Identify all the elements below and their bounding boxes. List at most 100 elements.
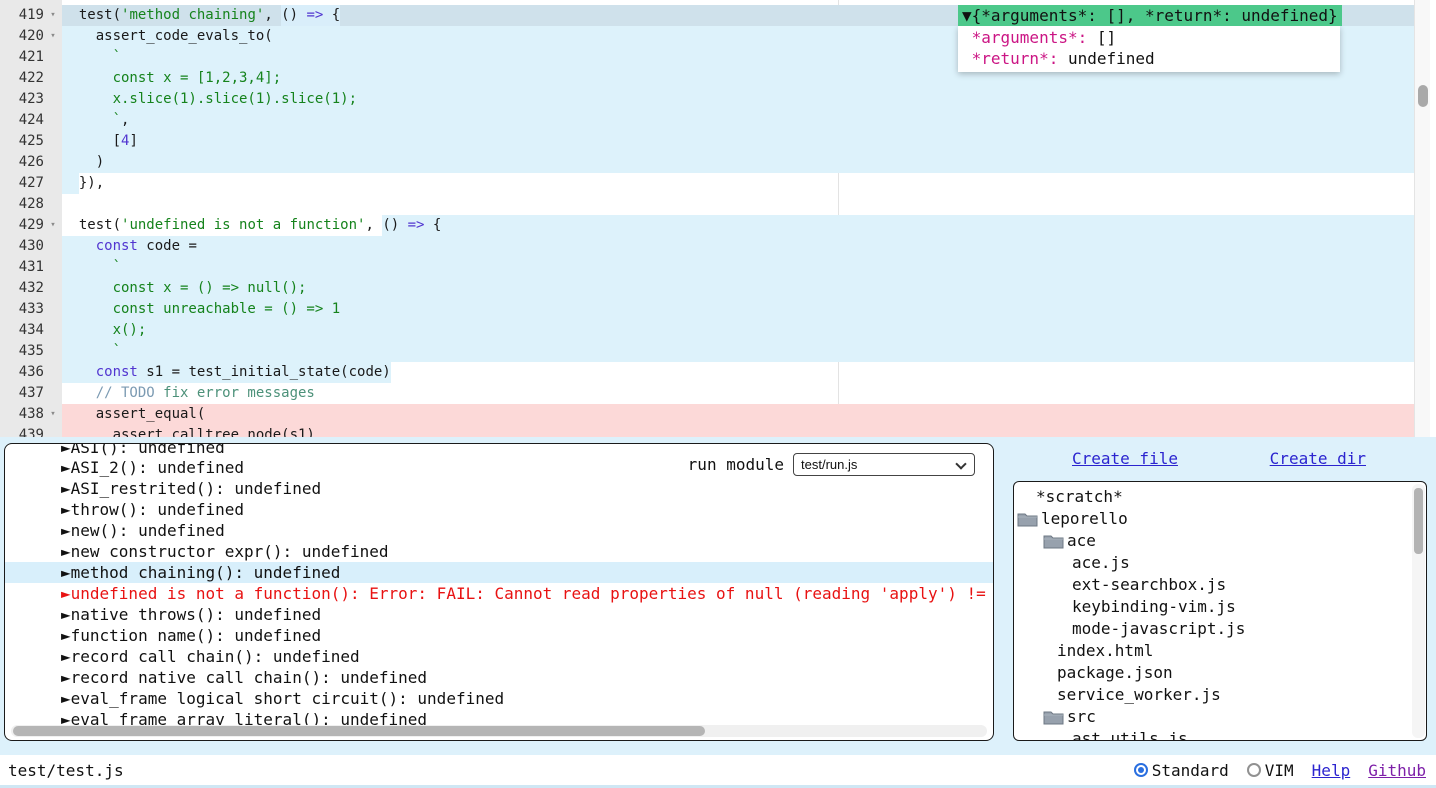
calltree-item[interactable]: ►new(): undefined <box>5 520 993 541</box>
file-tree-vertical-scrollbar[interactable] <box>1412 484 1425 738</box>
file-tree-item[interactable]: ace.js <box>1014 552 1426 574</box>
standard-radio[interactable]: Standard <box>1134 761 1229 780</box>
value-text: undefined <box>1058 49 1154 68</box>
editor-vertical-scrollbar-thumb[interactable] <box>1418 85 1428 107</box>
gutter-line-number[interactable]: 439 <box>0 425 62 437</box>
code-token: { <box>323 5 340 26</box>
gutter-line-number[interactable]: 425 <box>0 131 62 152</box>
calltree-item[interactable]: ►function name(): undefined <box>5 625 993 646</box>
code-line[interactable]: `, <box>62 110 1414 131</box>
code-line[interactable]: ` <box>62 341 1414 362</box>
calltree-item[interactable]: ►eval_frame logical short circuit(): und… <box>5 688 993 709</box>
file-tree-item[interactable]: index.html <box>1014 640 1426 662</box>
file-tree-item-label: ace.js <box>1072 552 1130 574</box>
calltree-item[interactable]: ►throw(): undefined <box>5 499 993 520</box>
file-tree-item[interactable]: *scratch* <box>1014 486 1426 508</box>
fold-spacer <box>44 299 62 320</box>
vim-radio[interactable]: VIM <box>1247 761 1294 780</box>
code-line[interactable]: const code = <box>62 236 1414 257</box>
help-link[interactable]: Help <box>1312 761 1351 780</box>
code-line[interactable]: }), <box>62 173 1414 194</box>
code-token: => <box>408 215 425 236</box>
line-number: 425 <box>0 131 44 152</box>
file-tree-item[interactable]: ext-searchbox.js <box>1014 574 1426 596</box>
code-editor[interactable]: 419▾420▾421422423424425426427428429▾4304… <box>0 0 1436 437</box>
file-tree-item[interactable]: keybinding-vim.js <box>1014 596 1426 618</box>
calltree-item[interactable]: ►native throws(): undefined <box>5 604 993 625</box>
gutter-line-number[interactable]: 437 <box>0 383 62 404</box>
calltree-item-text: ►method chaining(): undefined <box>61 563 340 582</box>
create-file-link[interactable]: Create file <box>1072 449 1178 468</box>
vim-radio-label: VIM <box>1265 761 1294 780</box>
file-tree-item[interactable]: package.json <box>1014 662 1426 684</box>
gutter-line-number[interactable]: 434 <box>0 320 62 341</box>
code-token: const <box>96 362 138 383</box>
gutter-line-number[interactable]: 429▾ <box>0 215 62 236</box>
code-line[interactable]: [4] <box>62 131 1414 152</box>
code-line[interactable] <box>62 194 1414 215</box>
gutter-line-number[interactable]: 431 <box>0 257 62 278</box>
calltree-horizontal-scrollbar-thumb[interactable] <box>13 726 705 736</box>
status-bar: test/test.js Standard VIM Help Github <box>0 755 1436 785</box>
editor-vertical-scrollbar[interactable] <box>1414 0 1430 437</box>
gutter-line-number[interactable]: 427 <box>0 173 62 194</box>
gutter-line-number[interactable]: 419▾ <box>0 5 62 26</box>
code-line[interactable]: // TODO fix error messages <box>62 383 1414 404</box>
calltree-item[interactable]: ►record native call chain(): undefined <box>5 667 993 688</box>
gutter-line-number[interactable]: 426 <box>0 152 62 173</box>
file-tree-item[interactable]: mode-javascript.js <box>1014 618 1426 640</box>
code-token: x(); <box>62 320 146 341</box>
calltree-item[interactable]: ►undefined is not a function(): Error: F… <box>5 583 993 604</box>
gutter-line-number[interactable]: 420▾ <box>0 26 62 47</box>
calltree-item[interactable]: ►record call chain(): undefined <box>5 646 993 667</box>
file-tree-item[interactable]: ast_utils.js <box>1014 728 1426 741</box>
code-line[interactable]: const unreachable = () => 1 <box>62 299 1414 320</box>
calltree-item[interactable]: ►new constructor expr(): undefined <box>5 541 993 562</box>
gutter-line-number[interactable]: 438▾ <box>0 404 62 425</box>
run-module-select[interactable]: test/run.js <box>793 453 975 476</box>
calltree-item-text: ►ASI_2(): undefined <box>61 458 244 477</box>
gutter-line-number[interactable]: 428 <box>0 194 62 215</box>
gutter-line-number[interactable]: 430 <box>0 236 62 257</box>
code-line[interactable]: assert_calltree_node(s1) <box>62 425 1414 437</box>
value-inspector-row[interactable]: *arguments*: [] <box>958 27 1340 48</box>
code-line[interactable]: x(); <box>62 320 1414 341</box>
code-line[interactable]: x.slice(1).slice(1).slice(1); <box>62 89 1414 110</box>
calltree-item[interactable]: ►ASI_restrited(): undefined <box>5 478 993 499</box>
gutter-line-number[interactable]: 422 <box>0 68 62 89</box>
gutter-line-number[interactable]: 421 <box>0 47 62 68</box>
value-inspector-row[interactable]: *return*: undefined <box>958 48 1340 69</box>
code-line[interactable]: ) <box>62 152 1414 173</box>
fold-arrow-icon[interactable]: ▾ <box>44 26 62 47</box>
code-token: code = <box>138 236 197 257</box>
file-tree-item[interactable]: leporello <box>1014 508 1426 530</box>
file-tree-vertical-scrollbar-thumb[interactable] <box>1414 488 1423 554</box>
gutter-line-number[interactable]: 433 <box>0 299 62 320</box>
gutter-line-number[interactable]: 432 <box>0 278 62 299</box>
code-line[interactable]: const s1 = test_initial_state(code) <box>62 362 1414 383</box>
code-token <box>62 236 96 257</box>
fold-arrow-icon[interactable]: ▾ <box>44 404 62 425</box>
file-tree-item[interactable]: src <box>1014 706 1426 728</box>
file-tree: *scratch*leporelloaceace.jsext-searchbox… <box>1013 481 1427 741</box>
fold-arrow-icon[interactable]: ▾ <box>44 5 62 26</box>
gutter-line-number[interactable]: 435 <box>0 341 62 362</box>
file-tree-item[interactable]: ace <box>1014 530 1426 552</box>
code-line[interactable]: const x = () => null(); <box>62 278 1414 299</box>
code-line[interactable]: ` <box>62 257 1414 278</box>
code-token: fix error messages <box>155 383 315 404</box>
code-line[interactable]: assert_equal( <box>62 404 1414 425</box>
fold-arrow-icon[interactable]: ▾ <box>44 215 62 236</box>
file-tree-item[interactable]: service_worker.js <box>1014 684 1426 706</box>
value-inspector-header[interactable]: ▼{*arguments*: [], *return*: undefined} <box>958 5 1342 26</box>
gutter-line-number[interactable]: 423 <box>0 89 62 110</box>
calltree-item[interactable]: ►method chaining(): undefined <box>5 562 993 583</box>
calltree-horizontal-scrollbar[interactable] <box>11 725 987 737</box>
github-link[interactable]: Github <box>1368 761 1426 780</box>
code-line[interactable]: test('undefined is not a function', () =… <box>62 215 1414 236</box>
gutter-line-number[interactable]: 424 <box>0 110 62 131</box>
calltree-item-text: ►record native call chain(): undefined <box>61 668 427 687</box>
leporello-ide: 419▾420▾421422423424425426427428429▾4304… <box>0 0 1436 788</box>
gutter-line-number[interactable]: 436 <box>0 362 62 383</box>
create-dir-link[interactable]: Create dir <box>1270 449 1366 468</box>
